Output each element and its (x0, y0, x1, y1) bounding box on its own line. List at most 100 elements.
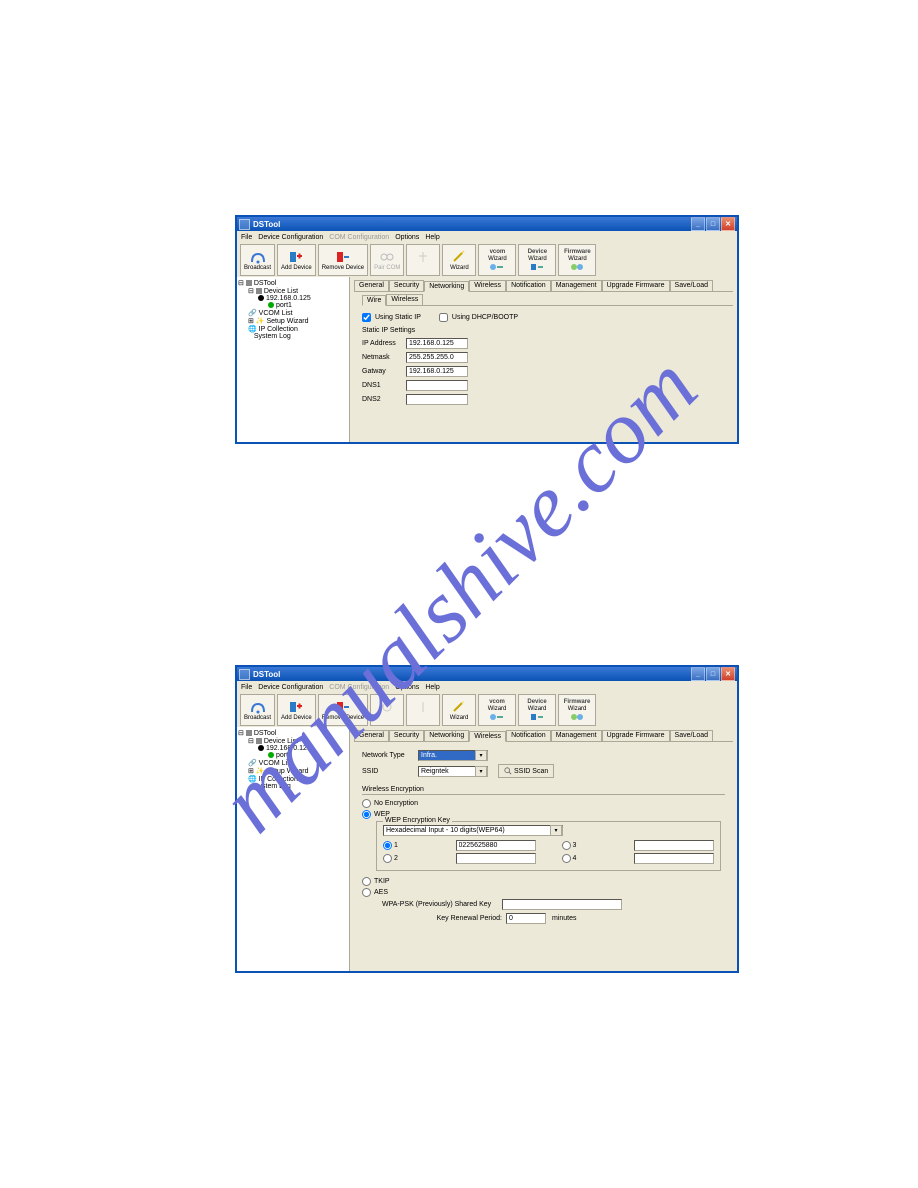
tree-setup-wizard[interactable]: ⊞ ✨ Setup Wizard (238, 767, 348, 775)
close-button[interactable]: ✕ (721, 667, 735, 681)
broadcast-button[interactable]: Broadcast (240, 244, 275, 276)
menu-file[interactable]: File (241, 684, 252, 691)
wireless-encryption-label: Wireless Encryption (362, 786, 725, 793)
tab-wireless[interactable]: Wireless (469, 731, 506, 742)
tab-upgrade-firmware[interactable]: Upgrade Firmware (602, 280, 670, 291)
close-button[interactable]: ✕ (721, 217, 735, 231)
tab-security[interactable]: Security (389, 730, 424, 741)
toolbar: Broadcast Add Device Remove Device Pair … (237, 243, 737, 278)
menu-help[interactable]: Help (425, 684, 439, 691)
psk-input[interactable] (502, 899, 622, 910)
add-device-button[interactable]: Add Device (277, 244, 316, 276)
vcom-wizard-button[interactable]: vcom Wizard (478, 244, 516, 276)
no-encryption-radio[interactable] (362, 799, 371, 808)
tkip-radio[interactable] (362, 877, 371, 886)
key-renewal-unit: minutes (552, 915, 577, 922)
ssid-dropdown[interactable]: Reigntek ▾ (418, 766, 488, 777)
ip-address-input[interactable] (406, 338, 468, 349)
menu-options[interactable]: Options (395, 684, 419, 691)
tab-general[interactable]: General (354, 730, 389, 741)
tree-ip[interactable]: 192.168.0.125 (238, 745, 348, 752)
wep-radio[interactable] (362, 810, 371, 819)
tab-management[interactable]: Management (551, 280, 602, 291)
menu-options[interactable]: Options (395, 234, 419, 241)
menu-com-config: COM Configuration (329, 234, 389, 241)
wep-key-2-radio[interactable] (383, 854, 392, 863)
pair-com-button: Pair COM (370, 244, 404, 276)
tree-ip-collection[interactable]: 🌐 IP Collection (238, 775, 348, 783)
add-device-icon (288, 250, 304, 264)
wizard-button[interactable]: Wizard (442, 244, 476, 276)
tab-save-load[interactable]: Save/Load (670, 280, 713, 291)
tab-security[interactable]: Security (389, 280, 424, 291)
firmware-wizard-button[interactable]: Firmware Wizard (558, 694, 596, 726)
tab-notification[interactable]: Notification (506, 730, 551, 741)
remove-device-button[interactable]: Remove Device (318, 244, 368, 276)
wep-key-4-input[interactable] (634, 853, 714, 864)
remove-device-button[interactable]: Remove Device (318, 694, 368, 726)
wep-key-1-radio[interactable] (383, 841, 392, 850)
network-type-dropdown[interactable]: Infra. ▾ (418, 750, 488, 761)
wep-key-3-input[interactable] (634, 840, 714, 851)
wep-key-4-radio[interactable] (562, 854, 571, 863)
tab-upgrade-firmware[interactable]: Upgrade Firmware (602, 730, 670, 741)
wep-format-dropdown[interactable]: Hexadecimal Input - 10 digits(WEP64) ▾ (383, 825, 563, 836)
tab-management[interactable]: Management (551, 730, 602, 741)
tree-device-list[interactable]: ⊟ Device List (238, 287, 348, 295)
tree-system-log[interactable]: System Log (238, 333, 348, 340)
device-tree[interactable]: ⊟ DSTool ⊟ Device List 192.168.0.125 por… (237, 727, 350, 971)
tab-save-load[interactable]: Save/Load (670, 730, 713, 741)
broadcast-icon (250, 250, 266, 264)
maximize-button[interactable]: □ (706, 667, 720, 681)
netmask-input[interactable] (406, 352, 468, 363)
minimize-button[interactable]: _ (691, 667, 705, 681)
aes-radio[interactable] (362, 888, 371, 897)
menu-help[interactable]: Help (425, 234, 439, 241)
device-wizard-top: Device (527, 699, 546, 705)
maximize-button[interactable]: □ (706, 217, 720, 231)
tree-setup-wizard[interactable]: ⊞ ✨ Setup Wizard (238, 317, 348, 325)
wep-key-2-input[interactable] (456, 853, 536, 864)
subtab-wire[interactable]: Wire (362, 295, 386, 306)
key-renewal-input[interactable] (506, 913, 546, 924)
static-ip-checkbox[interactable] (362, 313, 371, 322)
wizard-button[interactable]: Wizard (442, 694, 476, 726)
disabled-button-2 (406, 694, 440, 726)
add-device-button[interactable]: Add Device (277, 694, 316, 726)
tree-device-list[interactable]: ⊟ Device List (238, 737, 348, 745)
tab-networking[interactable]: Networking (424, 730, 469, 741)
dns2-input[interactable] (406, 394, 468, 405)
device-tree[interactable]: ⊟ DSTool ⊟ Device List 192.168.0.125 por… (237, 277, 350, 442)
menu-device-config[interactable]: Device Configuration (258, 234, 323, 241)
device-wizard-button[interactable]: Device Wizard (518, 244, 556, 276)
subtab-wireless[interactable]: Wireless (386, 294, 423, 305)
dns1-input[interactable] (406, 380, 468, 391)
tab-general[interactable]: General (354, 280, 389, 291)
tab-notification[interactable]: Notification (506, 280, 551, 291)
broadcast-button[interactable]: Broadcast (240, 694, 275, 726)
tree-vcom-list[interactable]: 🔗 VCOM List (238, 759, 348, 767)
dhcp-checkbox[interactable] (439, 313, 448, 322)
ssid-scan-button[interactable]: SSID Scan (498, 764, 554, 778)
wep-key-1-input[interactable] (456, 840, 536, 851)
gateway-input[interactable] (406, 366, 468, 377)
firmware-wizard-button[interactable]: Firmware Wizard (558, 244, 596, 276)
wep-key-3-radio[interactable] (562, 841, 571, 850)
tab-wireless[interactable]: Wireless (469, 280, 506, 291)
tree-root[interactable]: ⊟ DSTool (238, 279, 348, 287)
tree-system-log[interactable]: System Log (238, 783, 348, 790)
tree-root[interactable]: ⊟ DSTool (238, 729, 348, 737)
tree-ip[interactable]: 192.168.0.125 (238, 295, 348, 302)
tree-ip-collection[interactable]: 🌐 IP Collection (238, 325, 348, 333)
menu-device-config[interactable]: Device Configuration (258, 684, 323, 691)
tab-networking[interactable]: Networking (424, 281, 469, 292)
remove-device-label: Remove Device (322, 265, 364, 271)
vcom-wizard-button[interactable]: vcom Wizard (478, 694, 516, 726)
title-bar: DSTool _ □ ✕ (237, 667, 737, 681)
tree-port[interactable]: port1 (238, 302, 348, 309)
device-wizard-button[interactable]: Device Wizard (518, 694, 556, 726)
minimize-button[interactable]: _ (691, 217, 705, 231)
menu-file[interactable]: File (241, 234, 252, 241)
tree-port[interactable]: port1 (238, 752, 348, 759)
tree-vcom-list[interactable]: 🔗 VCOM List (238, 309, 348, 317)
